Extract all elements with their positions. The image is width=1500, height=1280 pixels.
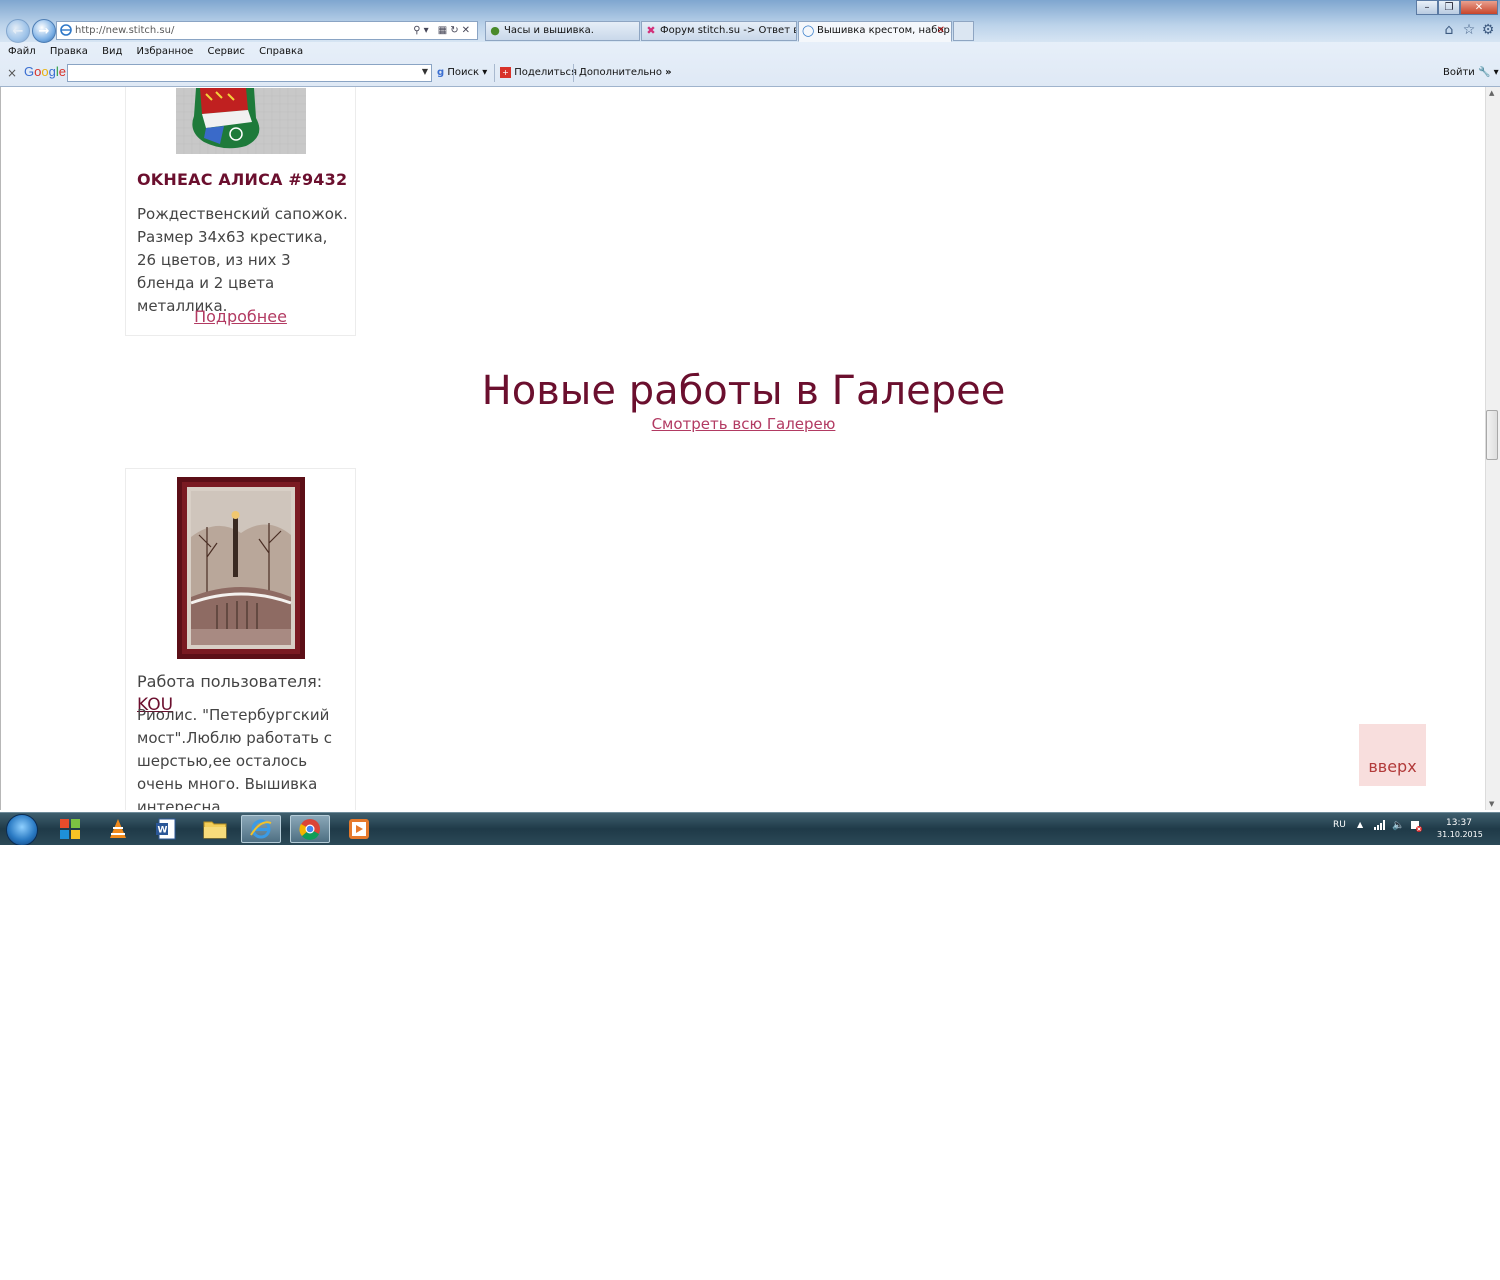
gallery-work-image[interactable]	[177, 477, 305, 659]
address-url: http://new.stitch.su/	[75, 25, 175, 36]
volume-icon[interactable]: 🔈	[1392, 820, 1404, 831]
scrollbar-thumb[interactable]	[1486, 410, 1498, 460]
new-tab-button[interactable]	[953, 21, 974, 41]
share-label: Поделиться	[514, 67, 578, 78]
settings-gear-icon[interactable]: ⚙	[1480, 22, 1496, 38]
gallery-card: Работа пользователя: KOU Риолис. "Петерб…	[125, 468, 356, 810]
minimize-button[interactable]: –	[1416, 0, 1438, 15]
scroll-top-button[interactable]: вверх	[1359, 724, 1426, 786]
address-bar[interactable]: http://new.stitch.su/ ⚲▾ ▦↻✕	[56, 21, 478, 40]
more-label: Дополнительно	[579, 67, 662, 78]
stop-icon[interactable]: ✕	[462, 25, 473, 36]
forward-button[interactable]: →	[32, 19, 56, 43]
menu-favorites[interactable]: Избранное	[137, 46, 194, 57]
more-button[interactable]: Дополнительно »	[579, 64, 672, 82]
product-title[interactable]: OKHEAC АЛИСА #9432	[137, 170, 347, 189]
tab-label: Часы и вышивка.	[504, 25, 594, 36]
chrome-icon[interactable]	[290, 815, 330, 843]
menu-edit[interactable]: Правка	[50, 46, 88, 57]
action-center-icon[interactable]	[1410, 820, 1422, 835]
back-button[interactable]: ←	[6, 19, 30, 43]
product-more-link[interactable]: Подробнее	[194, 307, 287, 326]
gallery-heading: Новые работы в Галерее	[481, 368, 1006, 414]
ie-icon	[60, 24, 72, 36]
tab-1[interactable]: ● Часы и вышивка.	[485, 21, 640, 41]
clock[interactable]: 13:37 31.10.2015	[1437, 817, 1483, 841]
word-icon[interactable]: W	[146, 815, 186, 843]
close-icon[interactable]: ×	[7, 66, 17, 80]
scroll-up-arrow-icon[interactable]: ▲	[1489, 89, 1494, 97]
folder-icon[interactable]	[195, 815, 235, 843]
product-more-wrap: Подробнее	[126, 307, 355, 326]
window-close-button[interactable]: ✕	[1460, 0, 1498, 15]
product-card: OKHEAC АЛИСА #9432 Рождественский сапожо…	[125, 87, 356, 336]
ie-icon: ◯	[802, 24, 815, 37]
favorites-star-icon[interactable]: ☆	[1461, 22, 1477, 38]
clock-date: 31.10.2015	[1437, 830, 1483, 839]
globe-icon: ●	[490, 24, 500, 37]
gallery-all-link-wrap: Смотреть всю Галерею	[1, 415, 1486, 433]
windows-app-icon[interactable]	[50, 815, 90, 843]
menu-help[interactable]: Справка	[259, 46, 303, 57]
google-g-icon: g	[437, 67, 445, 78]
menu-bar: Файл Правка Вид Избранное Сервис Справка	[0, 43, 1500, 61]
product-image[interactable]	[176, 88, 306, 154]
share-button[interactable]: + Поделиться	[500, 64, 577, 82]
svg-text:W: W	[158, 826, 168, 836]
refresh-icon[interactable]: ↻	[450, 25, 461, 36]
google-search-input[interactable]: ▼	[67, 64, 432, 82]
chevron-down-icon[interactable]: ▼	[422, 67, 428, 76]
stitch-icon: ✖	[646, 24, 656, 37]
empty-area	[0, 845, 1500, 1280]
search-label: Поиск	[447, 67, 480, 78]
menu-tools[interactable]: Сервис	[208, 46, 245, 57]
wrench-icon[interactable]: 🔧	[1478, 67, 1490, 78]
language-indicator[interactable]: RU	[1333, 820, 1346, 830]
author-prefix: Работа пользователя:	[137, 672, 323, 691]
network-icon[interactable]	[1374, 820, 1386, 833]
maximize-button[interactable]: ❐	[1438, 0, 1460, 15]
search-icon[interactable]: ⚲	[413, 25, 423, 36]
close-tab-icon[interactable]: ✕	[937, 22, 945, 40]
signin-button[interactable]: Войти 🔧 ▾	[1443, 64, 1499, 82]
page-viewport: OKHEAC АЛИСА #9432 Рождественский сапожо…	[0, 87, 1486, 810]
google-logo: Google	[24, 64, 66, 79]
google-search-button[interactable]: g Поиск ▾	[437, 64, 487, 82]
clock-time: 13:37	[1446, 818, 1472, 828]
product-description: Рождественский сапожок. Размер 34x63 кре…	[137, 205, 348, 315]
signin-label: Войти	[1443, 67, 1475, 78]
tab-label: Форум stitch.su -> Ответ в Но...	[660, 25, 796, 36]
tab-2[interactable]: ✖ Форум stitch.su -> Ответ в Но...	[641, 21, 797, 41]
tab-label: Вышивка крестом, набор...	[817, 25, 952, 36]
address-tools: ⚲▾ ▦↻✕	[413, 25, 473, 36]
gallery-description: Риолис. "Петербургский мост".Люблю работ…	[137, 706, 332, 810]
tray-expand-icon[interactable]: ▲	[1357, 820, 1363, 829]
compat-icon[interactable]: ▦	[438, 25, 450, 36]
scroll-down-arrow-icon[interactable]: ▼	[1489, 800, 1494, 808]
menu-file[interactable]: Файл	[8, 46, 36, 57]
divider	[494, 64, 495, 82]
tab-3-active[interactable]: ◯ Вышивка крестом, набор... ✕	[798, 21, 952, 42]
home-icon[interactable]: ⌂	[1441, 22, 1457, 38]
divider	[573, 64, 574, 82]
start-button[interactable]	[6, 814, 38, 846]
menu-view[interactable]: Вид	[102, 46, 122, 57]
ie-taskbar-icon[interactable]	[241, 815, 281, 843]
gallery-all-link[interactable]: Смотреть всю Галерею	[652, 415, 836, 433]
vlc-icon[interactable]	[98, 815, 138, 843]
share-icon: +	[500, 67, 511, 78]
media-player-icon[interactable]	[339, 815, 379, 843]
